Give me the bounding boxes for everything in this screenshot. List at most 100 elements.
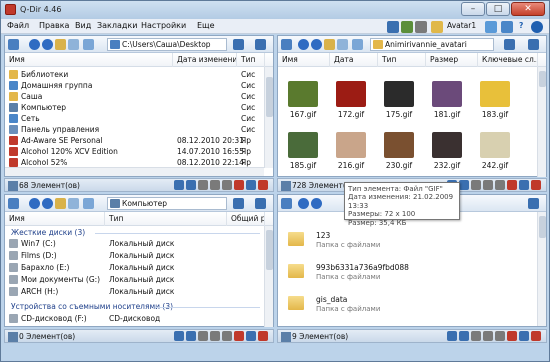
- help-button[interactable]: ?: [519, 20, 523, 32]
- paste-icon[interactable]: [222, 180, 232, 190]
- edit-icon[interactable]: [519, 331, 529, 341]
- close-pane-icon[interactable]: [258, 331, 268, 341]
- history-icon[interactable]: [504, 39, 515, 50]
- forward-icon[interactable]: [311, 198, 322, 209]
- menu-file[interactable]: Файл: [7, 21, 29, 30]
- group-header-hard-drives[interactable]: Жесткие диски (3): [11, 228, 85, 237]
- properties-icon[interactable]: [459, 180, 469, 190]
- properties-icon[interactable]: [186, 180, 196, 190]
- folder-name[interactable]: 993b6331a736a9fbd088: [316, 263, 409, 272]
- properties-icon[interactable]: [459, 331, 469, 341]
- file-row[interactable]: Саша Сис: [5, 91, 260, 102]
- path-field[interactable]: Animirivannie_avatari: [370, 38, 494, 51]
- dropdown-icon[interactable]: [415, 21, 427, 33]
- paste-icon[interactable]: [495, 180, 505, 190]
- edit-icon[interactable]: [246, 331, 256, 341]
- image-thumbnail[interactable]: [432, 132, 462, 158]
- search-icon[interactable]: [174, 180, 184, 190]
- drive-row[interactable]: CD-дисковод (F:) CD-дисковод: [5, 313, 260, 324]
- folder-icon[interactable]: [288, 296, 304, 310]
- col-size[interactable]: Размер: [426, 53, 478, 67]
- copy-icon[interactable]: [210, 180, 220, 190]
- file-row[interactable]: Библиотеки Сис: [5, 69, 260, 80]
- copy-icon[interactable]: [483, 331, 493, 341]
- pane-icon[interactable]: [281, 198, 292, 209]
- image-thumbnail[interactable]: [432, 81, 462, 107]
- vertical-scrollbar[interactable]: [537, 67, 546, 177]
- pane-icon[interactable]: [281, 39, 292, 50]
- forward-icon[interactable]: [42, 39, 53, 50]
- layout-two-icon[interactable]: [401, 21, 413, 33]
- file-row[interactable]: Ad-Aware SE Personal 08.12.2010 20:31 Яр: [5, 135, 260, 146]
- back-icon[interactable]: [298, 198, 309, 209]
- drive-row[interactable]: Барахло (E:) Локальный диск: [5, 262, 260, 273]
- col-type[interactable]: Тип: [105, 212, 227, 226]
- forward-icon[interactable]: [42, 198, 53, 209]
- path-field[interactable]: Компьютер: [107, 197, 227, 210]
- options-icon[interactable]: [255, 39, 266, 50]
- history-icon[interactable]: [233, 198, 244, 209]
- file-row[interactable]: Компьютер Сис: [5, 102, 260, 113]
- folder-icon[interactable]: [288, 232, 304, 246]
- image-thumbnail[interactable]: [480, 81, 510, 107]
- menu-edit[interactable]: Правка: [39, 21, 69, 30]
- paste-icon[interactable]: [495, 331, 505, 341]
- folder-name[interactable]: 123: [316, 231, 330, 240]
- options-icon[interactable]: [255, 198, 266, 209]
- view-icon[interactable]: [352, 39, 363, 50]
- scroll-thumb[interactable]: [266, 77, 273, 117]
- pane-icon[interactable]: [8, 198, 19, 209]
- options-icon[interactable]: [528, 198, 539, 209]
- cut-icon[interactable]: [198, 180, 208, 190]
- menu-more[interactable]: Еще: [197, 21, 215, 30]
- file-row[interactable]: Панель управления Сис: [5, 124, 260, 135]
- vertical-scrollbar[interactable]: [264, 67, 273, 168]
- drive-row[interactable]: ARCH (H:) Локальный диск: [5, 286, 260, 297]
- image-thumbnail[interactable]: [384, 132, 414, 158]
- pane-icon[interactable]: [8, 39, 19, 50]
- search-icon[interactable]: [174, 331, 184, 341]
- options-icon[interactable]: [528, 39, 539, 50]
- delete-icon[interactable]: [507, 180, 517, 190]
- image-thumbnail[interactable]: [288, 132, 318, 158]
- close-pane-icon[interactable]: [258, 180, 268, 190]
- col-date[interactable]: Дата: [330, 53, 378, 67]
- delete-icon[interactable]: [234, 180, 244, 190]
- image-thumbnail[interactable]: [480, 132, 510, 158]
- file-row[interactable]: Домашняя группа Сис: [5, 80, 260, 91]
- back-icon[interactable]: [29, 39, 40, 50]
- folder-view-icon[interactable]: [337, 39, 348, 50]
- menu-bookmarks[interactable]: Закладки: [97, 21, 137, 30]
- cut-icon[interactable]: [471, 180, 481, 190]
- view-icon[interactable]: [83, 198, 94, 209]
- vertical-scrollbar[interactable]: [537, 212, 546, 326]
- group-header-removable[interactable]: Устройства со съемными носителями (3): [11, 302, 173, 311]
- menu-view[interactable]: Вид: [75, 21, 91, 30]
- col-name[interactable]: Имя: [5, 53, 173, 67]
- col-type[interactable]: Тип: [237, 53, 265, 67]
- maximize-button[interactable]: □: [486, 2, 510, 16]
- properties-icon[interactable]: [186, 331, 196, 341]
- refresh-icon[interactable]: [485, 21, 497, 33]
- minimize-button[interactable]: –: [461, 2, 485, 16]
- col-date[interactable]: Дата изменения: [173, 53, 237, 67]
- forward-icon[interactable]: [311, 39, 322, 50]
- drive-row[interactable]: Win7 (C:) Локальный диск: [5, 238, 260, 249]
- delete-icon[interactable]: [507, 331, 517, 341]
- cut-icon[interactable]: [471, 331, 481, 341]
- drive-row[interactable]: Films (D:) Локальный диск: [5, 250, 260, 261]
- info-icon[interactable]: [531, 21, 543, 33]
- close-button[interactable]: ✕: [511, 2, 545, 16]
- folder-icon[interactable]: [288, 264, 304, 278]
- up-icon[interactable]: [55, 39, 66, 50]
- drive-row[interactable]: Мои документы (G:) Локальный диск: [5, 274, 260, 285]
- file-row[interactable]: Alcohol 120% XCV Edition 14.07.2010 16:55…: [5, 146, 260, 157]
- favorite-icon[interactable]: [431, 21, 443, 33]
- file-row[interactable]: Сеть Сис: [5, 113, 260, 124]
- layout-icon[interactable]: [387, 21, 399, 33]
- history-icon[interactable]: [233, 39, 244, 50]
- scroll-thumb[interactable]: [539, 71, 546, 87]
- path-field[interactable]: C:\Users\Саша\Desktop: [107, 38, 227, 51]
- copy-icon[interactable]: [483, 180, 493, 190]
- folder-view-icon[interactable]: [68, 39, 79, 50]
